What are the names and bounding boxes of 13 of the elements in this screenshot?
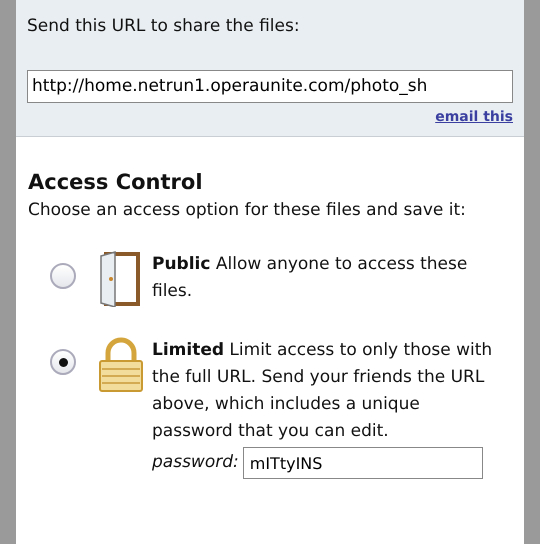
password-label: password: (152, 451, 239, 474)
option-description: Limited Limit access to only those with the full URL. Send your friends the URL above, which includes a unique password that you can edit. (152, 339, 494, 443)
share-label: Send this URL to share the files: (27, 15, 301, 38)
instruction-text: Choose an access option for these files and save it: (28, 199, 467, 222)
section-title: Access Control (28, 168, 204, 196)
url-field[interactable]: http://home.netrun1.operaunite.com/photo_sh (27, 70, 513, 102)
option-description: Public Allow anyone to access these files. (152, 253, 468, 303)
radio-button[interactable] (50, 263, 76, 289)
door-icon (98, 251, 140, 307)
email-link[interactable]: email this (435, 106, 513, 128)
password-field[interactable]: mITtyINS (242, 447, 483, 479)
radio-button[interactable] (50, 349, 76, 375)
padlock-icon (98, 337, 144, 393)
